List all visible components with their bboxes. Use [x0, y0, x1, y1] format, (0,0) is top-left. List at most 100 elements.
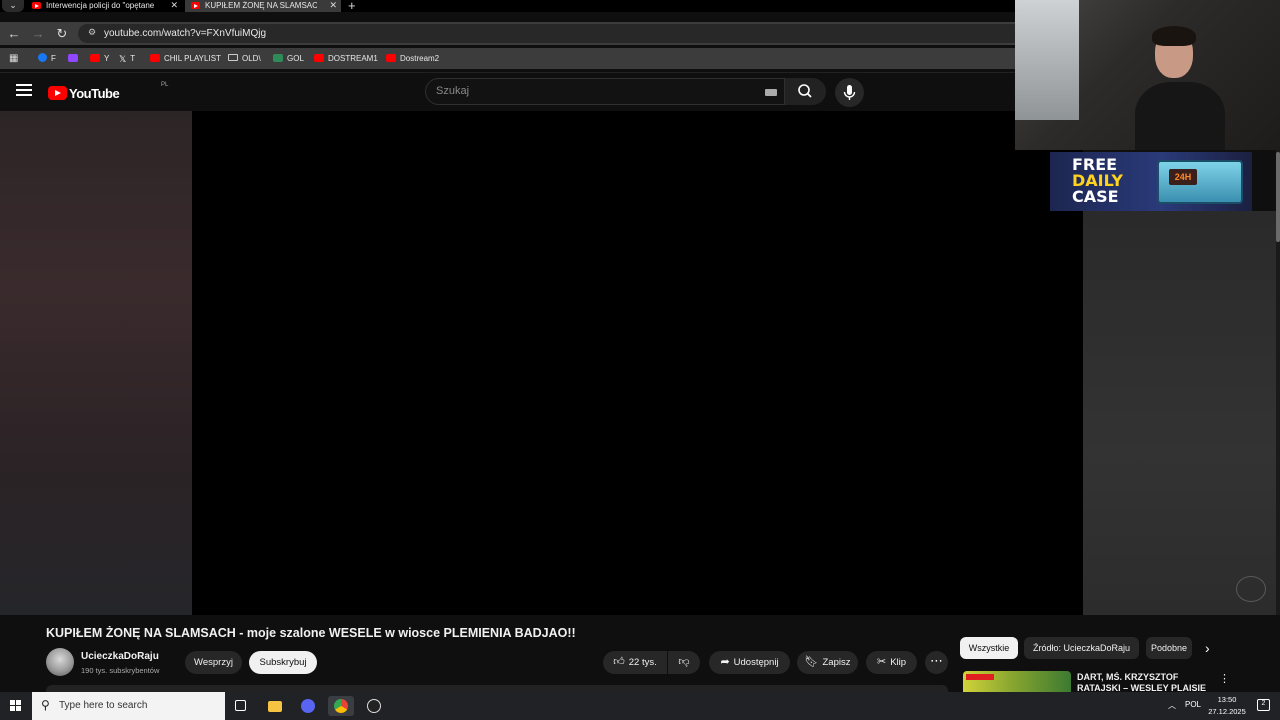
- youtube-favicon-icon: [32, 2, 41, 9]
- bookmark-item[interactable]: Y: [90, 52, 109, 66]
- site-info-icon[interactable]: ⚙: [88, 27, 96, 38]
- channel-avatar[interactable]: [46, 648, 74, 676]
- clip-button[interactable]: ✂ Klip: [866, 651, 917, 674]
- youtube-logo-text: YouTube: [69, 86, 120, 101]
- chip-all[interactable]: Wszystkie: [960, 637, 1018, 659]
- reload-icon[interactable]: ↻: [53, 25, 71, 43]
- folder-icon: [228, 54, 238, 62]
- stream-watermark-logo: [1236, 576, 1266, 602]
- language-indicator[interactable]: POL: [1185, 700, 1201, 709]
- notification-icon[interactable]: 2: [1257, 699, 1270, 711]
- youtube-icon: [314, 53, 324, 62]
- forward-arrow-icon[interactable]: →: [29, 25, 47, 43]
- chip-related[interactable]: Podobne: [1146, 637, 1192, 659]
- subscriber-count: 190 tys. subskrybentów: [81, 666, 160, 675]
- recommendation-menu-icon[interactable]: ⋮: [1219, 672, 1230, 685]
- obs-recording-icon[interactable]: [361, 696, 387, 716]
- bookmark-item[interactable]: OLD\: [228, 52, 261, 66]
- clip-label: Klip: [890, 657, 907, 668]
- like-button[interactable]: 👍︎ 22 tys.: [603, 651, 667, 674]
- channel-name[interactable]: UcieczkaDoRaju: [81, 651, 159, 662]
- gol-icon: [273, 53, 283, 62]
- ad-badge: 24H: [1169, 169, 1197, 185]
- ad-line-3: CASE: [1072, 187, 1119, 206]
- video-player[interactable]: [192, 111, 1083, 615]
- discord-icon[interactable]: [295, 696, 321, 716]
- youtube-logo-icon: [48, 86, 67, 100]
- system-clock[interactable]: 13:50 27.12.2025: [1204, 694, 1250, 718]
- save-label: Zapisz: [822, 657, 851, 668]
- recommendation-title[interactable]: DART, MŚ. KRZYSZTOF RATAJSKI – WESLEY PL…: [1077, 672, 1207, 692]
- task-view-icon[interactable]: [228, 696, 254, 716]
- search-input[interactable]: [436, 85, 746, 97]
- search-button[interactable]: [785, 78, 826, 105]
- free-daily-case-ad: FREE DAILY CASE 24H: [1050, 152, 1252, 211]
- youtube-icon: [150, 53, 160, 62]
- bookmark-item[interactable]: F: [38, 52, 56, 66]
- clock-date: 27.12.2025: [1208, 707, 1246, 716]
- tab-close-icon[interactable]: ✕: [170, 0, 178, 11]
- x-icon: 𝕏: [119, 54, 127, 64]
- apps-grid-icon[interactable]: ▦: [9, 53, 18, 64]
- more-actions-icon[interactable]: ⋯: [925, 651, 948, 674]
- back-arrow-icon[interactable]: ←: [5, 25, 23, 43]
- thumbs-up-icon: 👍︎: [613, 656, 625, 668]
- chrome-icon[interactable]: [328, 696, 354, 716]
- windows-start-icon[interactable]: [10, 700, 22, 712]
- share-button[interactable]: ➦ Udostępnij: [709, 651, 790, 674]
- streamer-figure: [1135, 26, 1225, 150]
- tray-chevron-up-icon[interactable]: ︿: [1168, 700, 1176, 711]
- taskbar-search-placeholder: Type here to search: [59, 700, 148, 711]
- keyboard-icon[interactable]: [765, 89, 777, 96]
- bookmark-item[interactable]: CHIL PLAYLIST: [150, 52, 221, 66]
- menu-hamburger-icon[interactable]: [16, 84, 32, 97]
- chip-source-channel[interactable]: Źródło: UcieczkaDoRaju: [1024, 637, 1139, 659]
- tab-search-chevron-icon[interactable]: ⌄: [2, 0, 24, 12]
- support-button[interactable]: Wesprzyj: [185, 651, 242, 674]
- save-button[interactable]: 🔖︎ Zapisz: [797, 651, 858, 674]
- webcam-window-background: [1015, 0, 1079, 120]
- browser-tab-active[interactable]: KUPIŁEM ŻONĘ NA SLAMSACH ✕: [185, 0, 341, 12]
- search-box: [425, 78, 785, 105]
- ambient-background-left: [0, 111, 192, 615]
- ambient-background-right: [1083, 211, 1276, 615]
- bookmark-item[interactable]: Dostream2: [386, 52, 439, 66]
- taskbar-search[interactable]: ⚲ Type here to search: [32, 692, 225, 720]
- subscribe-button[interactable]: Subskrybuj: [249, 651, 317, 674]
- new-tab-icon[interactable]: +: [348, 0, 356, 13]
- bookmark-item[interactable]: DOSTREAM1: [314, 52, 378, 66]
- bookmark-item[interactable]: [68, 52, 82, 66]
- facebook-icon: [38, 53, 47, 63]
- browser-tab[interactable]: Interwencja policji do "opętane ✕: [26, 0, 182, 12]
- bookmark-item[interactable]: 𝕏T: [119, 52, 135, 66]
- youtube-favicon-icon: [191, 2, 200, 9]
- country-code: PL: [161, 82, 169, 88]
- chevron-right-icon[interactable]: ›: [1205, 640, 1210, 656]
- bookmark-item[interactable]: GOL: [273, 52, 304, 66]
- share-label: Udostępnij: [733, 657, 779, 668]
- youtube-header: YouTube PL: [0, 72, 1015, 111]
- like-count: 22 tys.: [628, 657, 657, 668]
- thumbs-down-icon: 👎︎: [678, 656, 690, 668]
- tab-title: KUPIŁEM ŻONĘ NA SLAMSACH: [205, 1, 317, 10]
- tab-title: Interwencja policji do "opętane: [46, 1, 155, 10]
- windows-taskbar: ⚲ Type here to search ︿ POL 13:50 27.12.…: [0, 692, 1280, 720]
- dislike-button[interactable]: 👎︎: [668, 651, 700, 674]
- voice-search-button[interactable]: [835, 78, 864, 107]
- twitch-icon: [68, 53, 78, 62]
- share-arrow-icon: ➦: [720, 656, 730, 668]
- webcam-overlay: [1015, 0, 1280, 150]
- browser-toolbar: ← → ↻ ⚙ youtube.com/watch?v=FXnVfuiMQjg: [0, 22, 1015, 45]
- address-url: youtube.com/watch?v=FXnVfuiMQjg: [104, 28, 267, 39]
- recommendation-thumbnail[interactable]: [963, 671, 1071, 692]
- address-bar[interactable]: ⚙ youtube.com/watch?v=FXnVfuiMQjg: [78, 24, 1015, 43]
- file-explorer-icon[interactable]: [262, 696, 288, 716]
- tab-close-icon[interactable]: ✕: [329, 0, 337, 11]
- search-icon: ⚲: [41, 698, 50, 712]
- search-icon: [798, 84, 812, 98]
- scissors-icon: ✂: [876, 656, 887, 668]
- description-box[interactable]: [46, 685, 948, 692]
- clock-time: 13:50: [1217, 695, 1237, 704]
- video-title: KUPIŁEM ŻONĘ NA SLAMSACH - moje szalone …: [46, 626, 576, 640]
- scrollbar-thumb[interactable]: [1276, 152, 1280, 242]
